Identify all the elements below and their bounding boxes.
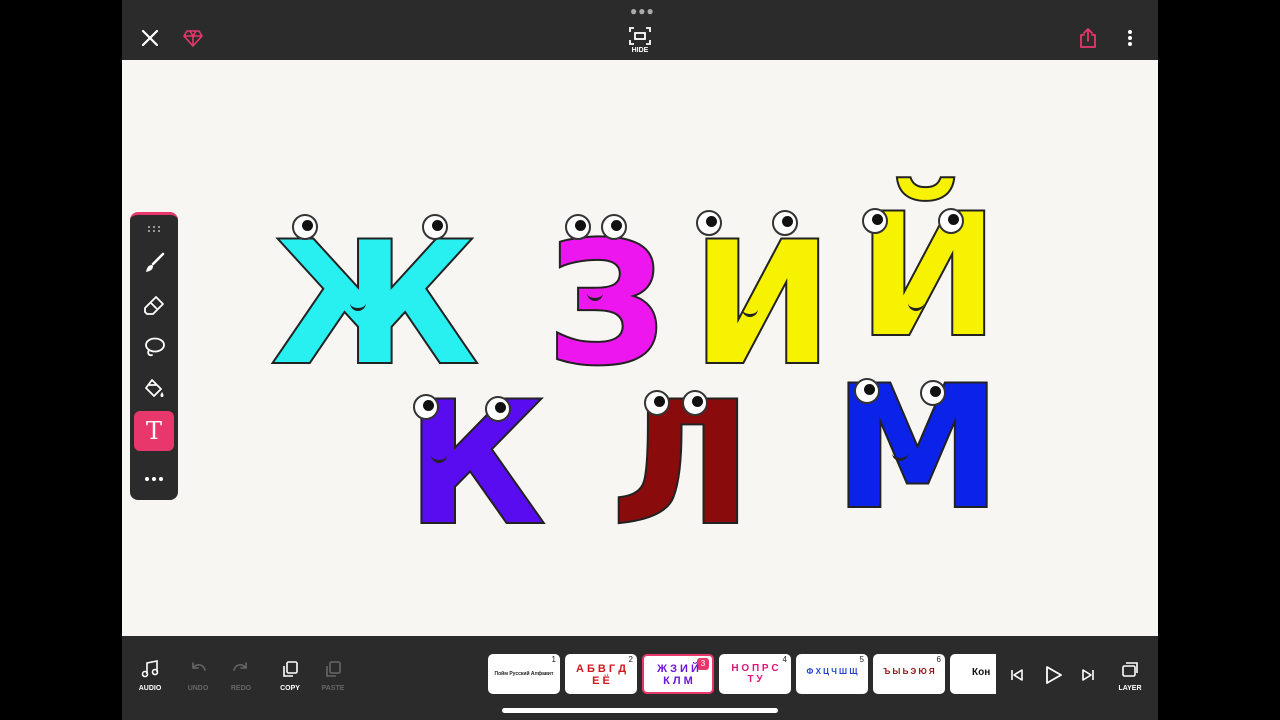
copy-icon	[283, 661, 298, 677]
letter-character: К	[405, 378, 546, 550]
eye-icon	[565, 214, 591, 240]
eye-icon	[601, 214, 627, 240]
play-icon[interactable]	[1040, 662, 1066, 688]
letter-character: Й	[856, 190, 1001, 370]
frame-letters: А Б В Г Д Е Ё	[575, 663, 627, 687]
frame-thumbnail[interactable]: 5 Ф Х Ц Ч Ш Щ	[796, 654, 868, 694]
eye-icon	[696, 210, 722, 236]
undo-button[interactable]: UNDO	[178, 660, 218, 692]
audio-button[interactable]: AUDIO	[130, 660, 170, 692]
letter-character: И	[690, 210, 835, 390]
eye-icon	[485, 396, 511, 422]
letter-character: М	[832, 362, 1003, 534]
audio-label: AUDIO	[138, 685, 162, 692]
paste-label: PASTE	[321, 685, 345, 692]
hide-button[interactable]: HIDE	[625, 22, 655, 58]
lasso-icon[interactable]	[134, 327, 174, 367]
text-tool-button[interactable]: T	[134, 411, 174, 451]
frame-thumbnail[interactable]: 6 Ъ Ы Ь Э Ю Я	[873, 654, 945, 694]
frame-number: 6	[936, 655, 941, 664]
redo-label: REDO	[230, 685, 252, 692]
text-tool-icon: T	[145, 417, 162, 445]
share-icon[interactable]	[1076, 26, 1100, 50]
hide-icon	[629, 26, 651, 45]
frame-letters: Ъ Ы Ь Э Ю Я	[883, 667, 935, 676]
music-note-icon	[141, 660, 159, 678]
skip-to-end-icon[interactable]	[1077, 664, 1099, 686]
frame-thumbnail[interactable]: 2 А Б В Г Д Е Ё	[565, 654, 637, 694]
letter-character: З	[545, 214, 668, 390]
letter-character: Ж	[270, 214, 480, 390]
eye-icon	[862, 208, 888, 234]
bottom-bar: AUDIO UNDO REDO COPY PASTE 1 Пойм Русски…	[122, 636, 1158, 720]
copy-label: COPY	[280, 685, 300, 692]
frame-title: Пойм Русский Алфавит	[494, 671, 554, 677]
hide-label: HIDE	[631, 46, 649, 54]
frame-thumbnail[interactable]: 1 Пойм Русский Алфавит	[488, 654, 560, 694]
frame-number: 2	[628, 655, 633, 664]
frame-thumbnail[interactable]: 4 Н О П Р С Т У	[719, 654, 791, 694]
letter-character: Л	[610, 378, 754, 550]
drag-handle-icon[interactable]: ●●●	[630, 4, 655, 18]
eye-icon	[938, 208, 964, 234]
brush-icon[interactable]	[134, 243, 174, 283]
layer-label: LAYER	[1118, 685, 1142, 692]
eye-icon	[772, 210, 798, 236]
frame-title: Кон	[972, 667, 991, 678]
frame-number: 5	[859, 655, 864, 664]
skip-to-start-icon[interactable]	[1006, 664, 1028, 686]
frame-thumbnail-selected[interactable]: 3 Ж З И Й К Л М	[642, 654, 714, 694]
eraser-icon[interactable]	[134, 285, 174, 325]
eye-icon	[854, 378, 880, 404]
frame-letters: Ф Х Ц Ч Ш Щ	[806, 667, 858, 676]
close-icon[interactable]	[138, 26, 162, 50]
letter-glyph: Ж	[270, 206, 480, 402]
undo-icon	[192, 662, 206, 671]
frame-number: 1	[551, 655, 556, 664]
frame-thumbnail[interactable]: Кон	[950, 654, 996, 694]
layer-button[interactable]: LAYER	[1110, 660, 1150, 692]
fill-bucket-icon[interactable]	[134, 369, 174, 409]
app-window: ●●● HIDE Ж З И Й К Л М T AUDIO UNDO REDO…	[122, 0, 1158, 720]
more-options-icon[interactable]	[1118, 26, 1142, 50]
eye-icon	[682, 390, 708, 416]
frame-number: 4	[782, 655, 787, 664]
top-bar: ●●● HIDE	[122, 0, 1158, 60]
eye-icon	[920, 380, 946, 406]
frame-letters: Ж З И Й К Л М	[657, 663, 699, 687]
drawing-canvas[interactable]: Ж З И Й К Л М	[122, 60, 1158, 636]
premium-gem-icon[interactable]	[181, 26, 205, 50]
undo-label: UNDO	[187, 685, 209, 692]
redo-button[interactable]: REDO	[221, 660, 261, 692]
letter-glyph: З	[545, 206, 668, 402]
eye-icon	[422, 214, 448, 240]
eye-icon	[292, 214, 318, 240]
layers-icon	[1122, 662, 1138, 677]
paste-icon	[326, 661, 341, 677]
tool-palette: T	[130, 212, 178, 500]
copy-button[interactable]: COPY	[270, 660, 310, 692]
letter-glyph: И	[690, 206, 835, 402]
more-tools-icon[interactable]	[134, 459, 174, 499]
eye-icon	[413, 394, 439, 420]
palette-grip-icon[interactable]	[134, 217, 174, 241]
paste-button[interactable]: PASTE	[313, 660, 353, 692]
eye-icon	[644, 390, 670, 416]
frame-letters: Н О П Р С Т У	[731, 663, 779, 685]
redo-icon	[233, 662, 247, 671]
home-indicator[interactable]	[502, 708, 778, 713]
